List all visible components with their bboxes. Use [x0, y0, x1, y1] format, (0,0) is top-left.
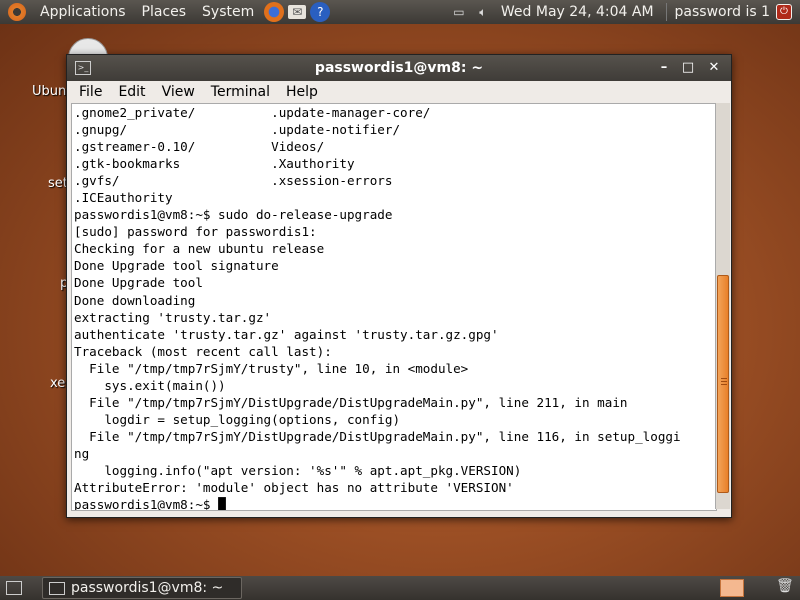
- panel-separator: [665, 3, 667, 21]
- menu-file[interactable]: File: [71, 84, 110, 100]
- terminal-line: Done downloading: [74, 292, 196, 308]
- terminal-line: logging.info("apt version: '%s'" % apt.a…: [74, 462, 522, 478]
- terminal-line: .gtk-bookmarks .Xauthority: [74, 156, 355, 172]
- terminal-window: >_ passwordis1@vm8: ~ – □ ✕ File Edit Vi…: [66, 54, 732, 518]
- terminal-line: passwordis1@vm8:~$: [74, 497, 219, 511]
- terminal-text: .gnome2_private/ .update-manager-core/ .…: [72, 104, 716, 511]
- window-title: passwordis1@vm8: ~: [314, 60, 484, 76]
- clock[interactable]: Wed May 24, 4:04 AM: [495, 4, 660, 20]
- close-icon[interactable]: ✕: [705, 59, 723, 77]
- terminal-line: .gstreamer-0.10/ Videos/: [74, 139, 325, 155]
- terminal-line: File "/tmp/tmp7rSjmY/DistUpgrade/DistUpg…: [74, 428, 681, 444]
- power-icon[interactable]: ⏻: [776, 4, 792, 20]
- menu-system[interactable]: System: [194, 0, 262, 24]
- workspace-switcher[interactable]: [720, 579, 744, 597]
- menu-terminal[interactable]: Terminal: [203, 84, 278, 100]
- top-panel: Applications Places System ✉ ? ▭ 🔈︎ Wed …: [0, 0, 800, 24]
- menu-view[interactable]: View: [154, 84, 203, 100]
- terminal-line: ng: [74, 445, 90, 461]
- terminal-line: AttributeError: 'module' object has no a…: [74, 480, 514, 496]
- terminal-line: [sudo] password for passwordis1:: [74, 224, 317, 240]
- network-icon[interactable]: ▭: [451, 5, 467, 19]
- terminal-line: Done Upgrade tool signature: [74, 258, 279, 274]
- desktop-label[interactable]: xe: [50, 376, 65, 391]
- desktop-label[interactable]: Ubun: [32, 84, 66, 99]
- menu-help[interactable]: Help: [278, 84, 326, 100]
- help-icon[interactable]: ?: [310, 2, 331, 22]
- terminal-line: Checking for a new ubuntu release: [74, 241, 325, 257]
- terminal-line: logdir = setup_logging(options, config): [74, 411, 401, 427]
- terminal-line: Traceback (most recent call last):: [74, 343, 332, 359]
- terminal-icon: [49, 581, 65, 595]
- bottom-panel: passwordis1@vm8: ~ 🗑︎: [0, 576, 800, 600]
- grip-line: [721, 384, 727, 385]
- taskbar-label: passwordis1@vm8: ~: [71, 580, 224, 596]
- scrollbar[interactable]: [715, 103, 730, 509]
- firefox-icon[interactable]: [264, 2, 285, 22]
- user-switcher[interactable]: password is 1: [673, 4, 772, 20]
- terminal-line: passwordis1@vm8:~$ sudo do-release-upgra…: [74, 207, 393, 223]
- terminal-line: authenticate 'trusty.tar.gz' against 'tr…: [74, 326, 499, 342]
- mail-icon[interactable]: ✉: [288, 5, 307, 19]
- menubar: File Edit View Terminal Help: [67, 81, 731, 103]
- window-titlebar[interactable]: >_ passwordis1@vm8: ~ – □ ✕: [67, 55, 731, 81]
- minimize-icon[interactable]: –: [655, 59, 673, 77]
- menu-places[interactable]: Places: [134, 0, 195, 24]
- menu-applications[interactable]: Applications: [32, 0, 134, 24]
- terminal-output[interactable]: .gnome2_private/ .update-manager-core/ .…: [71, 103, 717, 511]
- scrollbar-thumb[interactable]: [717, 275, 729, 493]
- desktop-label[interactable]: set: [48, 176, 68, 191]
- volume-icon[interactable]: 🔈︎: [475, 5, 491, 19]
- grip-line: [721, 381, 727, 382]
- terminal-line: sys.exit(main()): [74, 377, 226, 393]
- terminal-line: .ICEauthority: [74, 190, 173, 206]
- terminal-line: .gvfs/ .xsession-errors: [74, 173, 393, 189]
- maximize-icon[interactable]: □: [679, 59, 697, 77]
- menu-edit[interactable]: Edit: [110, 84, 153, 100]
- trash-icon[interactable]: 🗑︎: [776, 578, 794, 596]
- terminal-line: .gnupg/ .update-notifier/: [74, 122, 401, 138]
- grip-line: [721, 378, 727, 379]
- terminal-line: File "/tmp/tmp7rSjmY/trusty", line 10, i…: [74, 360, 469, 376]
- taskbar-button-terminal[interactable]: passwordis1@vm8: ~: [42, 577, 242, 599]
- terminal-line: Done Upgrade tool: [74, 275, 203, 291]
- terminal-line: extracting 'trusty.tar.gz': [74, 309, 272, 325]
- terminal-line: .gnome2_private/ .update-manager-core/: [74, 105, 431, 120]
- ubuntu-logo-icon[interactable]: [8, 3, 26, 21]
- terminal-line: File "/tmp/tmp7rSjmY/DistUpgrade/DistUpg…: [74, 394, 628, 410]
- show-desktop-icon[interactable]: [6, 581, 22, 595]
- terminal-cursor: █: [218, 497, 226, 511]
